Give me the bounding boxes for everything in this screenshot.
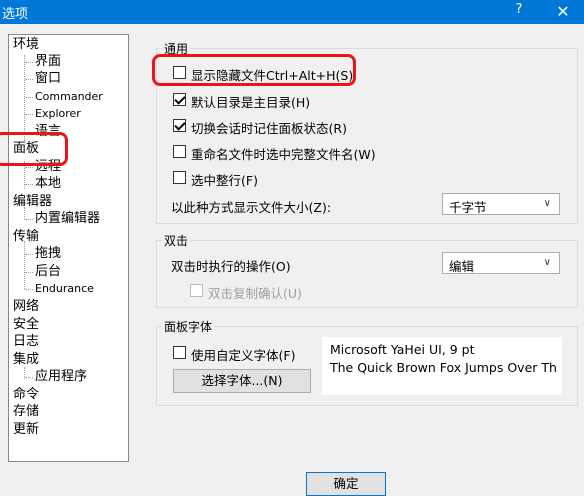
tree-item-transfer[interactable]: 传输 [13,229,39,245]
double-click-action-label: 双击时执行的操作(O) [171,259,291,274]
font-preview-name: Microsoft YaHei UI, 9 pt [330,342,475,357]
rename-select-full-label[interactable]: 重命名文件时选中完整文件名(W) [191,144,376,163]
tree-item-interface[interactable]: 界面 [35,54,61,70]
tree-guide [24,241,25,289]
tree-item-environment[interactable]: 环境 [13,37,39,53]
select-full-row-checkbox[interactable] [173,171,186,184]
remember-panel-state-checkbox[interactable] [173,119,186,132]
chevron-down-icon: ∨ [543,198,551,209]
tree-connector [25,377,33,378]
tree-connector [25,79,33,80]
font-preview: Microsoft YaHei UI, 9 pt The Quick Brown… [322,337,562,395]
tree-connector [25,167,33,168]
file-size-select[interactable]: 千字节 ∨ [442,193,560,215]
select-full-row-label[interactable]: 选中整行(F) [191,170,258,189]
tree-item-window[interactable]: 窗口 [35,71,61,87]
tree-connector [25,97,33,98]
use-custom-font-checkbox[interactable] [173,346,186,359]
confirm-copy-checkbox[interactable] [190,284,203,297]
ok-button[interactable]: 确定 [306,472,386,496]
title-bar: 选项 ? ✕ [0,0,584,24]
help-icon[interactable]: ? [510,2,528,20]
file-size-label: 以此种方式显示文件大小(Z): [171,200,332,215]
tree-item-endurance[interactable]: Endurance [35,281,94,297]
tree-item-network[interactable]: 网络 [13,299,39,315]
chevron-down-icon: ∨ [543,257,551,268]
close-icon[interactable]: ✕ [548,0,578,24]
tree-connector [25,114,33,115]
tree-item-local[interactable]: 本地 [35,176,61,192]
tree-item-internal-editor[interactable]: 内置编辑器 [35,211,100,227]
tree-connector [25,289,33,290]
tree-item-security[interactable]: 安全 [13,317,39,333]
default-dir-home-label[interactable]: 默认目录是主目录(H) [191,92,310,111]
default-dir-home-checkbox[interactable] [173,93,186,106]
tree-item-commands[interactable]: 命令 [13,387,39,403]
tree-item-background[interactable]: 后台 [35,264,61,280]
choose-font-button[interactable]: 选择字体...(N) [173,369,311,393]
tree-item-storage[interactable]: 存储 [13,404,39,420]
tree-item-integration[interactable]: 集成 [13,352,39,368]
tree-connector [25,62,33,63]
use-custom-font-label[interactable]: 使用自定义字体(F) [191,345,295,364]
tree-item-log[interactable]: 日志 [13,334,39,350]
tree-item-applications[interactable]: 应用程序 [35,369,87,385]
tree-item-updates[interactable]: 更新 [13,422,39,438]
tree-connector [25,254,33,255]
font-preview-sample: The Quick Brown Fox Jumps Over Th [330,360,557,375]
file-size-value: 千字节 [449,200,487,215]
confirm-copy-label[interactable]: 双击复制确认(U) [208,283,302,302]
double-click-action-select[interactable]: 编辑 ∨ [442,252,560,274]
tree-connector [25,184,33,185]
tree-connector [25,272,33,273]
highlight-panel-annotation [0,132,68,166]
tree-item-commander[interactable]: Commander [35,89,103,105]
rename-select-full-checkbox[interactable] [173,145,186,158]
tree-item-editor[interactable]: 编辑器 [13,194,52,210]
double-click-action-value: 编辑 [449,259,475,274]
tree-connector [25,219,33,220]
tree-item-drag[interactable]: 拖拽 [35,246,61,262]
panel-font-group-title: 面板字体 [162,318,215,335]
options-tree[interactable]: 环境 界面 窗口 Commander Explorer 语言 面板 远程 本地 … [8,34,129,462]
highlight-show-hidden-annotation [152,54,356,86]
tree-item-explorer[interactable]: Explorer [35,106,81,122]
double-click-group-title: 双击 [162,232,191,249]
remember-panel-state-label[interactable]: 切换会话时记住面板状态(R) [191,118,347,137]
window-title: 选项 [2,7,29,22]
